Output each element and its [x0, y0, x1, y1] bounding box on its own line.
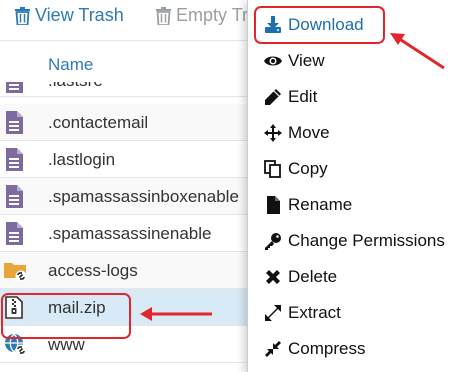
empty-trash-label: Empty Tr	[176, 5, 249, 25]
empty-trash-button[interactable]: Empty Tr	[155, 5, 248, 26]
download-callout	[254, 6, 385, 44]
menu-item-label: Extract	[288, 303, 341, 322]
menu-item-edit[interactable]: Edit	[248, 82, 474, 112]
x-icon	[264, 268, 282, 286]
arrow-icon	[140, 307, 212, 321]
key-icon	[264, 232, 282, 250]
menu-item-label: Compress	[288, 339, 366, 358]
eye-icon	[264, 52, 282, 70]
copy-icon	[264, 160, 282, 178]
file-icon	[4, 82, 24, 93]
menu-item-label: Move	[288, 123, 330, 142]
menu-item-label: Rename	[288, 195, 353, 214]
menu-item-label: Delete	[288, 267, 338, 286]
mail-zip-callout	[1, 293, 131, 339]
view-trash-label: View Trash	[35, 5, 124, 25]
folder-link-icon	[4, 259, 27, 282]
file-icon	[4, 185, 24, 208]
trash-icon	[155, 6, 172, 26]
file-name: .spamassassinboxenable	[48, 187, 239, 206]
file-name: .spamassassinenable	[48, 224, 212, 243]
expand-icon	[264, 304, 282, 322]
file-icon	[4, 222, 24, 245]
menu-item-delete[interactable]: Delete	[248, 262, 474, 292]
menu-item-label: View	[288, 51, 325, 70]
view-trash-button[interactable]: View Trash	[14, 5, 124, 26]
pencil-icon	[264, 88, 282, 106]
menu-item-label: Change Permissions	[288, 231, 445, 250]
menu-item-rename[interactable]: Rename	[248, 190, 474, 220]
file-name: .contactemail	[48, 113, 149, 132]
name-column-header[interactable]: Name	[48, 55, 93, 75]
trash-icon	[14, 6, 31, 26]
move-icon	[264, 124, 282, 142]
file-icon	[4, 111, 24, 134]
menu-item-label: Copy	[288, 159, 328, 178]
file-name: access-logs	[48, 261, 138, 280]
file-name: .lastlogin	[48, 150, 116, 169]
menu-item-move[interactable]: Move	[248, 118, 474, 148]
file-name: .lastsre	[48, 82, 103, 91]
file-icon	[264, 196, 282, 214]
menu-item-compress[interactable]: Compress	[248, 334, 474, 364]
file-icon	[4, 148, 24, 171]
compress-icon	[264, 340, 282, 358]
arrow-icon	[390, 33, 445, 70]
menu-item-copy[interactable]: Copy	[248, 154, 474, 184]
menu-item-change-permissions[interactable]: Change Permissions	[248, 226, 474, 256]
menu-item-extract[interactable]: Extract	[248, 298, 474, 328]
menu-item-label: Edit	[288, 87, 318, 106]
